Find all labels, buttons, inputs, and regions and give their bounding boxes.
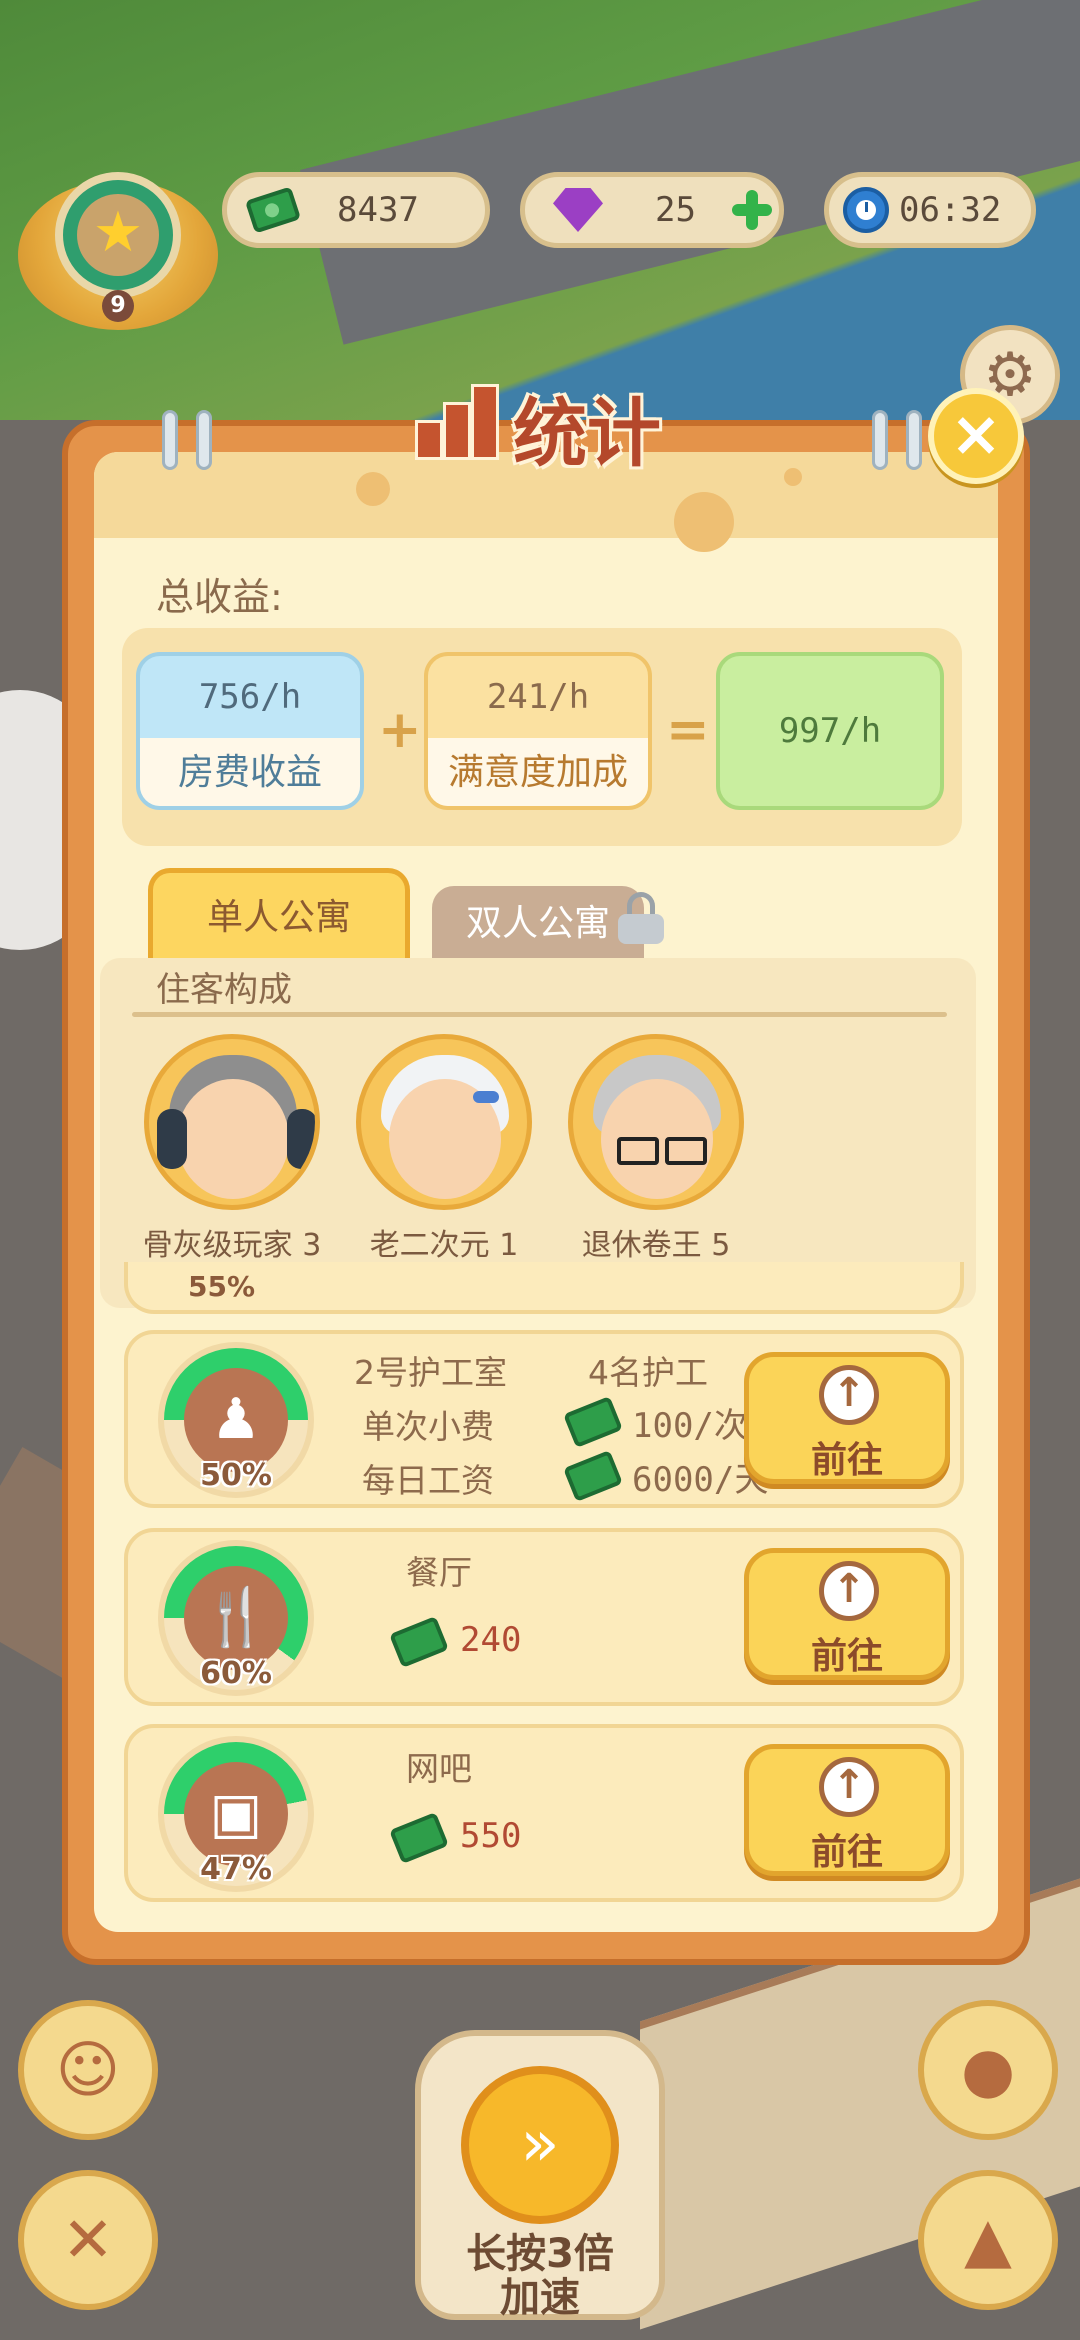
resident-name: 退休卷王 5 (581, 1228, 731, 1263)
chat-button[interactable]: ☺ (18, 2000, 158, 2140)
divider (132, 1012, 947, 1017)
row1-value: 100/次 (632, 1406, 748, 1446)
speed-up-button[interactable]: » 长按3倍 加速 (415, 2030, 665, 2320)
facility-percent: 47% (200, 1852, 272, 1887)
go-button-label: 前往 (810, 1636, 883, 1677)
facility-extra: 4名护工 (588, 1353, 708, 1392)
facility-name: 2号护工室 (354, 1353, 507, 1392)
facility-row-partial: 55% (124, 1262, 964, 1314)
resident-avatar[interactable] (144, 1034, 320, 1210)
tab-single-apartment[interactable]: 单人公寓 (148, 868, 410, 964)
facility-percent: 55% (188, 1270, 256, 1303)
plus-sign: + (378, 700, 422, 760)
facility-percent: 60% (200, 1656, 272, 1691)
cash-icon (563, 1395, 623, 1449)
go-button[interactable]: ↑ 前往 (744, 1352, 950, 1484)
satisfaction-gauge: ▣ 47% (158, 1736, 314, 1892)
panel-title: 统计 (395, 360, 695, 477)
hammer-icon: ▲ (964, 2203, 1012, 2276)
satisfaction-gauge: ♟ 50% (158, 1342, 314, 1498)
rent-income-card: 756/h 房费收益 (136, 652, 364, 810)
cash-counter[interactable]: 8437 (222, 172, 490, 248)
timer-display: 06:32 (824, 172, 1036, 248)
level-number: 9 (102, 290, 134, 322)
facility-value: 240 (460, 1620, 522, 1660)
equals-sign: = (666, 700, 710, 760)
speed-label-line2: 加速 (500, 2275, 580, 2321)
facility-value: 550 (460, 1816, 522, 1856)
cutlery-icon: 🍴 (184, 1566, 288, 1670)
level-star-icon: ★ (92, 200, 144, 265)
resident-avatar[interactable] (568, 1034, 744, 1210)
gem-value: 25 (655, 190, 696, 230)
total-income-value: 997/h (778, 711, 882, 751)
cash-icon (563, 1449, 623, 1503)
facility-percent: 50% (200, 1458, 272, 1493)
gem-counter[interactable]: 25 (520, 172, 784, 248)
total-income-card: 997/h (716, 652, 944, 810)
computer-icon: ▣ (184, 1762, 288, 1866)
go-button-label: 前往 (810, 1832, 883, 1873)
up-arrow-icon: ↑ (819, 1561, 879, 1621)
clock-icon (843, 187, 889, 233)
satisfaction-gauge: 🍴 60% (158, 1540, 314, 1696)
tools-button[interactable]: ✕ (18, 2170, 158, 2310)
total-income-label: 总收益: (156, 575, 283, 619)
timer-value: 06:32 (899, 190, 1002, 230)
bonus-income-card: 241/h 满意度加成 (424, 652, 652, 810)
row2-label: 每日工资 (362, 1461, 494, 1500)
fruit-button[interactable]: ● (918, 2000, 1058, 2140)
fruit-icon: ● (960, 2033, 1016, 2106)
nurse-icon: ♟ (184, 1368, 288, 1472)
plus-icon[interactable] (730, 188, 774, 232)
bonus-income-value: 241/h (486, 677, 590, 717)
tab-double-apartment[interactable]: 双人公寓 (432, 886, 644, 962)
cash-value: 8437 (337, 190, 419, 230)
up-arrow-icon: ↑ (819, 1365, 879, 1425)
tools-icon: ✕ (62, 2203, 114, 2276)
cash-icon (244, 186, 302, 234)
bonus-income-label: 满意度加成 (428, 738, 648, 806)
title-text: 统计 (513, 391, 661, 477)
level-badge[interactable]: ★ 9 (18, 150, 218, 340)
cash-icon (389, 1811, 449, 1865)
hammer-button[interactable]: ▲ (918, 2170, 1058, 2310)
residents-title: 住客构成 (156, 970, 292, 1010)
facility-name: 网吧 (406, 1749, 472, 1788)
level-ring: ★ (55, 172, 181, 298)
close-icon[interactable]: × (928, 388, 1024, 484)
go-button-label: 前往 (810, 1440, 883, 1481)
speed-label-line1: 长按3倍 (466, 2231, 614, 2277)
chat-icon: ☺ (55, 2033, 121, 2106)
lock-icon (618, 892, 664, 944)
fast-forward-icon: » (461, 2066, 619, 2224)
rent-income-label: 房费收益 (140, 738, 360, 806)
resident-name: 老二次元 1 (369, 1228, 519, 1263)
go-button[interactable]: ↑ 前往 (744, 1744, 950, 1876)
resident-name: 骨灰级玩家 3 (142, 1228, 322, 1263)
up-arrow-icon: ↑ (819, 1757, 879, 1817)
binder-rings (162, 410, 232, 470)
go-button[interactable]: ↑ 前往 (744, 1548, 950, 1680)
row1-label: 单次小费 (362, 1407, 494, 1446)
rent-income-value: 756/h (198, 677, 302, 717)
resident-avatar[interactable] (356, 1034, 532, 1210)
facility-name: 餐厅 (406, 1553, 472, 1592)
stats-chart-icon (409, 380, 499, 460)
cash-icon (389, 1615, 449, 1669)
gem-icon (553, 188, 603, 232)
